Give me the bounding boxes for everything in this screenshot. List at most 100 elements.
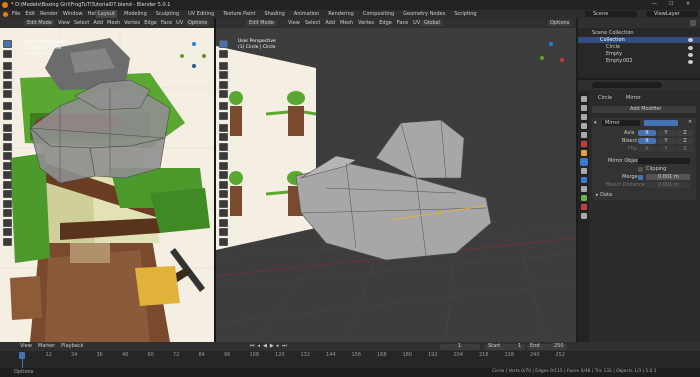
window-maximize-button[interactable]: ☐ [669, 2, 673, 7]
right-tool-scale-icon[interactable] [219, 80, 228, 89]
window-close-button[interactable]: ✕ [686, 2, 690, 7]
add-modifier-button[interactable]: Add Modifier [592, 106, 696, 113]
flip-y-toggle[interactable]: Y [657, 146, 675, 152]
properties-tab-world-icon[interactable] [580, 141, 587, 147]
prev-keyframe-icon[interactable]: ◂ [258, 344, 261, 349]
modifier-collapse-icon[interactable]: ▾ [594, 120, 597, 126]
visibility-eye-icon[interactable] [688, 38, 693, 42]
timeline-menu-view[interactable]: View [20, 344, 32, 349]
axis-z-toggle[interactable]: Z [676, 130, 694, 136]
end-frame-field[interactable]: End 250 [527, 343, 567, 350]
workspace-tab-layout[interactable]: Layout [96, 10, 117, 18]
properties-tab-scene-icon[interactable] [580, 132, 587, 138]
left-tool-poly-build-icon[interactable] [3, 180, 12, 189]
right-tool-move-icon[interactable] [219, 61, 228, 70]
workspace-tab-uv-editing[interactable]: UV Editing [186, 10, 216, 18]
menu-render[interactable]: Render [40, 11, 58, 17]
modifier-name-field[interactable]: Mirror [602, 120, 640, 126]
right-tool-smooth-icon[interactable] [219, 199, 228, 208]
left-menu-vertex[interactable]: Vertex [124, 21, 140, 26]
workspace-tab-animation[interactable]: Animation [292, 10, 322, 18]
left-tool-add-cube-icon[interactable] [3, 123, 12, 132]
properties-tab-modifier-icon[interactable] [579, 158, 588, 166]
left-menu-view[interactable]: View [58, 21, 70, 26]
properties-tab-data-icon[interactable] [580, 195, 587, 201]
right-tool-add-cube-icon[interactable] [219, 123, 228, 132]
left-tool-cursor-icon[interactable] [3, 49, 12, 58]
workspace-tab-geometry-nodes[interactable]: Geometry Nodes [401, 10, 447, 18]
properties-tab-material-icon[interactable] [580, 204, 587, 210]
left-tool-extrude-icon[interactable] [3, 133, 12, 141]
right-menu-add[interactable]: Add [325, 21, 335, 26]
left-menu-uv[interactable]: UV [176, 21, 183, 26]
right-menu-vertex[interactable]: Vertex [358, 21, 374, 26]
right-tool-rip-icon[interactable] [219, 237, 228, 246]
workspace-tab-texture-paint[interactable]: Texture Paint [221, 10, 257, 18]
right-tool-select-box-icon[interactable] [219, 40, 228, 48]
modifier-close-icon[interactable]: ✕ [688, 120, 692, 125]
right-tool-inset-icon[interactable] [219, 142, 228, 151]
right-mode-dropdown[interactable]: Edit Mode [246, 20, 277, 26]
right-menu-select[interactable]: Select [305, 21, 320, 26]
next-keyframe-icon[interactable]: ▸ [277, 344, 280, 349]
jump-end-icon[interactable]: ⏭ [282, 344, 287, 349]
left-tool-transform-icon[interactable] [3, 90, 12, 98]
visibility-eye-icon[interactable] [688, 53, 693, 57]
left-tool-edge-slide-icon[interactable] [3, 209, 12, 217]
left-menu-face[interactable]: Face [161, 21, 172, 26]
right-tool-cursor-icon[interactable] [219, 49, 228, 58]
workspace-tab-compositing[interactable]: Compositing [361, 10, 396, 18]
outliner-item-circle[interactable]: Circle [606, 45, 620, 50]
left-tool-shrink-fatten-icon[interactable] [3, 218, 12, 227]
right-tool-rotate-icon[interactable] [219, 71, 228, 79]
left-tool-inset-icon[interactable] [3, 142, 12, 151]
right-tool-knife-icon[interactable] [219, 171, 228, 179]
properties-tab-texture-icon[interactable] [580, 213, 587, 219]
bisect-x-toggle[interactable]: X [638, 138, 656, 144]
right-options-button[interactable]: Options [548, 20, 572, 26]
left-tool-scale-icon[interactable] [3, 80, 12, 89]
left-tool-rotate-icon[interactable] [3, 71, 12, 79]
right-tool-loop-cut-icon[interactable] [219, 161, 228, 170]
transform-orientation-dropdown[interactable]: Global [421, 20, 443, 26]
bisect-distance-field[interactable]: 0.001 m [646, 182, 690, 188]
left-tool-measure-icon[interactable] [3, 111, 12, 120]
right-tool-edge-slide-icon[interactable] [219, 209, 228, 217]
right-viewport[interactable]: Edit Mode View Select Add Mesh Vertex Edge Fac… [216, 18, 576, 342]
scene-selector[interactable]: Scene [585, 11, 637, 17]
right-menu-uv[interactable]: UV [413, 21, 420, 26]
workspace-tab-modeling[interactable]: Modeling [122, 10, 149, 18]
bisect-z-toggle[interactable]: Z [676, 138, 694, 144]
window-minimize-button[interactable]: — [652, 2, 657, 7]
right-tool-transform-icon[interactable] [219, 90, 228, 98]
left-tool-smooth-icon[interactable] [3, 199, 12, 208]
left-tool-shear-icon[interactable] [3, 228, 12, 236]
right-tool-measure-icon[interactable] [219, 111, 228, 120]
properties-tab-physics-icon[interactable] [580, 177, 587, 183]
left-tool-knife-icon[interactable] [3, 171, 12, 179]
right-tool-bevel-icon[interactable] [219, 152, 228, 160]
workspace-tab-rendering[interactable]: Rendering [326, 10, 356, 18]
menu-file[interactable]: File [12, 11, 20, 17]
merge-distance-field[interactable]: 0.001 m [646, 174, 690, 180]
left-tool-move-icon[interactable] [3, 61, 12, 70]
right-tool-spin-icon[interactable] [219, 190, 228, 198]
outliner-item-empty-002[interactable]: Empty.002 [606, 59, 633, 64]
properties-tab-particles-icon[interactable] [580, 168, 587, 174]
properties-tab-view-layer-icon[interactable] [580, 123, 587, 129]
workspace-tab-shading[interactable]: Shading [262, 10, 286, 18]
left-tool-select-box-icon[interactable] [3, 40, 12, 48]
bisect-y-toggle[interactable]: Y [657, 138, 675, 144]
timeline-menu-playback[interactable]: Playback [61, 344, 83, 349]
workspace-tab-sculpting[interactable]: Sculpting [154, 10, 181, 18]
play-icon[interactable]: ▶ [270, 344, 274, 349]
right-tool-shrink-fatten-icon[interactable] [219, 218, 228, 227]
blender-menu-icon[interactable] [3, 11, 8, 17]
left-tool-spin-icon[interactable] [3, 190, 12, 198]
view-layer-selector[interactable]: ViewLayer [646, 11, 698, 17]
left-menu-mesh[interactable]: Mesh [107, 21, 120, 26]
play-reverse-icon[interactable]: ◀ [263, 344, 267, 349]
right-menu-mesh[interactable]: Mesh [340, 21, 353, 26]
merge-checkbox[interactable] [638, 175, 643, 180]
axis-y-toggle[interactable]: Y [657, 130, 675, 136]
